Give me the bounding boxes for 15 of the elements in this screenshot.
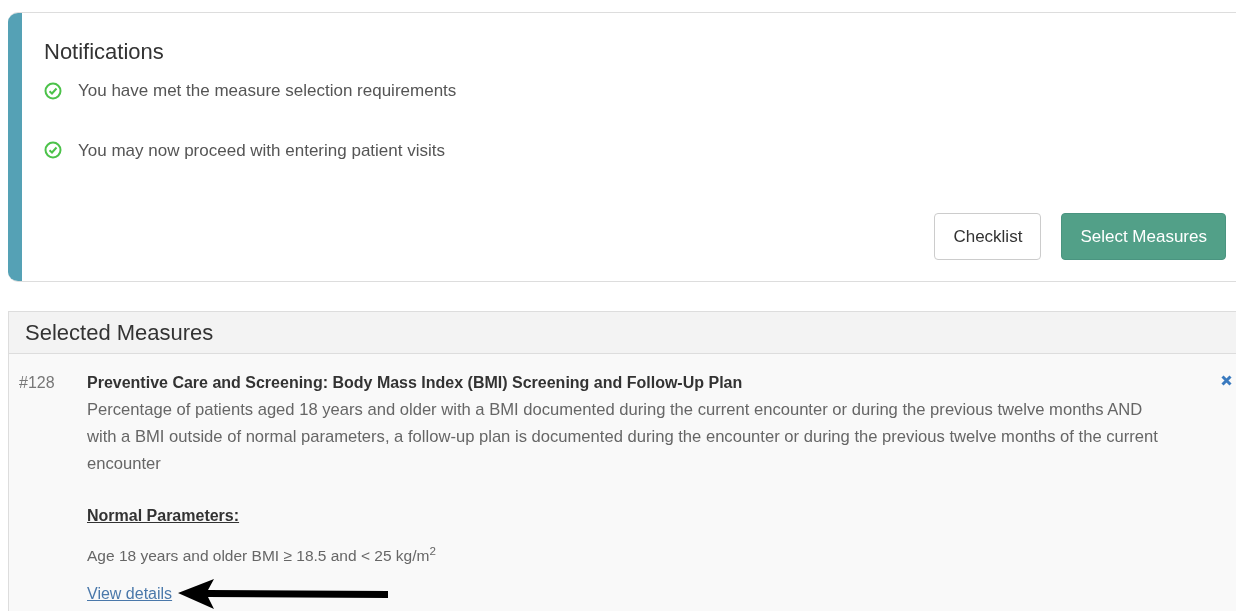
check-circle-icon (44, 141, 62, 160)
notification-text: You may now proceed with entering patient visits (78, 139, 445, 162)
measure-description: Percentage of patients aged 18 years and older with a BMI documented during the current encounter or during the previous twelve months AND with a BMI outside of normal parameters, a follow-up plan is documented during the encounter or during the previous twelve months of the current encounter (87, 399, 1159, 475)
measure-number: #128 (19, 373, 56, 393)
select-measures-button[interactable]: Select Measures (1061, 213, 1226, 260)
checklist-button[interactable]: Checklist (934, 213, 1042, 260)
notifications-title: Notifications (44, 38, 165, 66)
measure-title: Preventive Care and Screening: Body Mass Index (BMI) Screening and Follow-Up Plan (87, 373, 743, 393)
remove-icon[interactable] (1221, 375, 1232, 386)
panel-title: Selected Measures (25, 319, 214, 347)
check-circle-icon (44, 81, 62, 100)
notification-text: You have met the measure selection requirements (78, 80, 457, 102)
parameters-heading: Normal Parameters: (87, 506, 240, 526)
view-details-link[interactable]: View details (87, 582, 173, 607)
parameters-text: Age 18 years and older BMI ≥ 18.5 and < 25 kg/m$^{2}$ (87, 544, 436, 566)
